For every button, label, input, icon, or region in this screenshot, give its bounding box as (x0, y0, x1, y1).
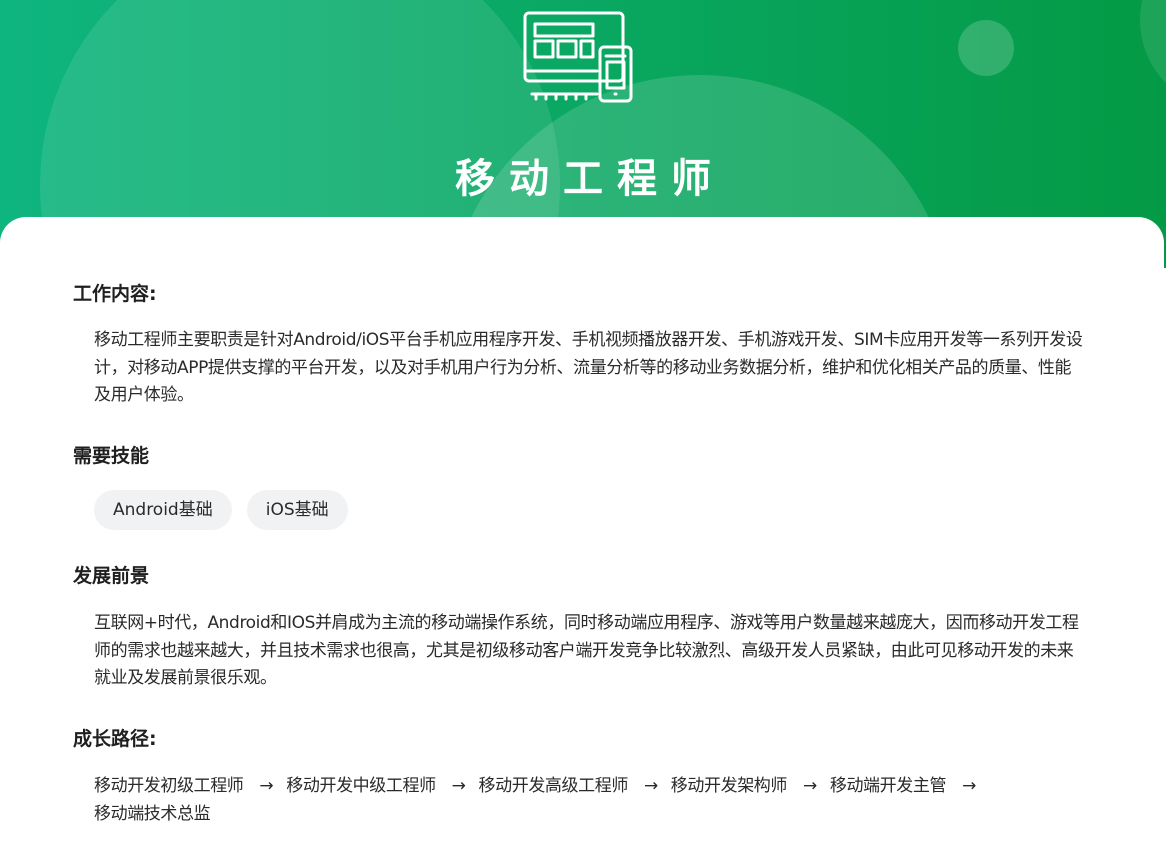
path-step-intermediate: 移动开发中级工程师 (286, 776, 436, 796)
path-step-architect: 移动开发架构师 (670, 776, 788, 796)
growth-path: 移动开发初级工程师 → 移动开发中级工程师 → 移动开发高级工程师 → 移动开发架构师 → 移动… (94, 772, 1084, 828)
section-title-growth-path: 成长路径: (73, 728, 157, 750)
devices-icon (523, 11, 633, 103)
skill-chip-ios[interactable]: iOS基础 (246, 490, 348, 530)
arrow-right-icon: → (962, 776, 976, 796)
job-content-text: 移动工程师主要职责是针对Android/iOS平台手机应用程序开发、手机视频播放… (94, 330, 1083, 405)
section-title-job-content: 工作内容: (73, 283, 157, 305)
path-step-director: 移动端技术总监 (94, 804, 211, 824)
arrow-right-icon: → (643, 776, 658, 796)
arrow-right-icon: → (451, 776, 466, 796)
skill-list: Android基础 iOS基础 (94, 490, 348, 530)
page-title: 移动工程师 (455, 155, 725, 202)
path-step-junior: 移动开发初级工程师 (94, 776, 244, 796)
skill-chip-android[interactable]: Android基础 (94, 490, 232, 530)
section-title-prospects: 发展前景 (73, 565, 150, 587)
arrow-right-icon: → (259, 776, 274, 796)
content-card (0, 217, 1164, 857)
path-step-senior: 移动开发高级工程师 (478, 776, 629, 796)
path-step-lead: 移动端开发主管 (829, 776, 947, 796)
section-title-skills: 需要技能 (73, 445, 150, 467)
prospects-text: 互联网+时代，Android和IOS并肩成为主流的移动端操作系统，同时移动端应用… (94, 613, 1079, 688)
arrow-right-icon: → (803, 776, 817, 796)
